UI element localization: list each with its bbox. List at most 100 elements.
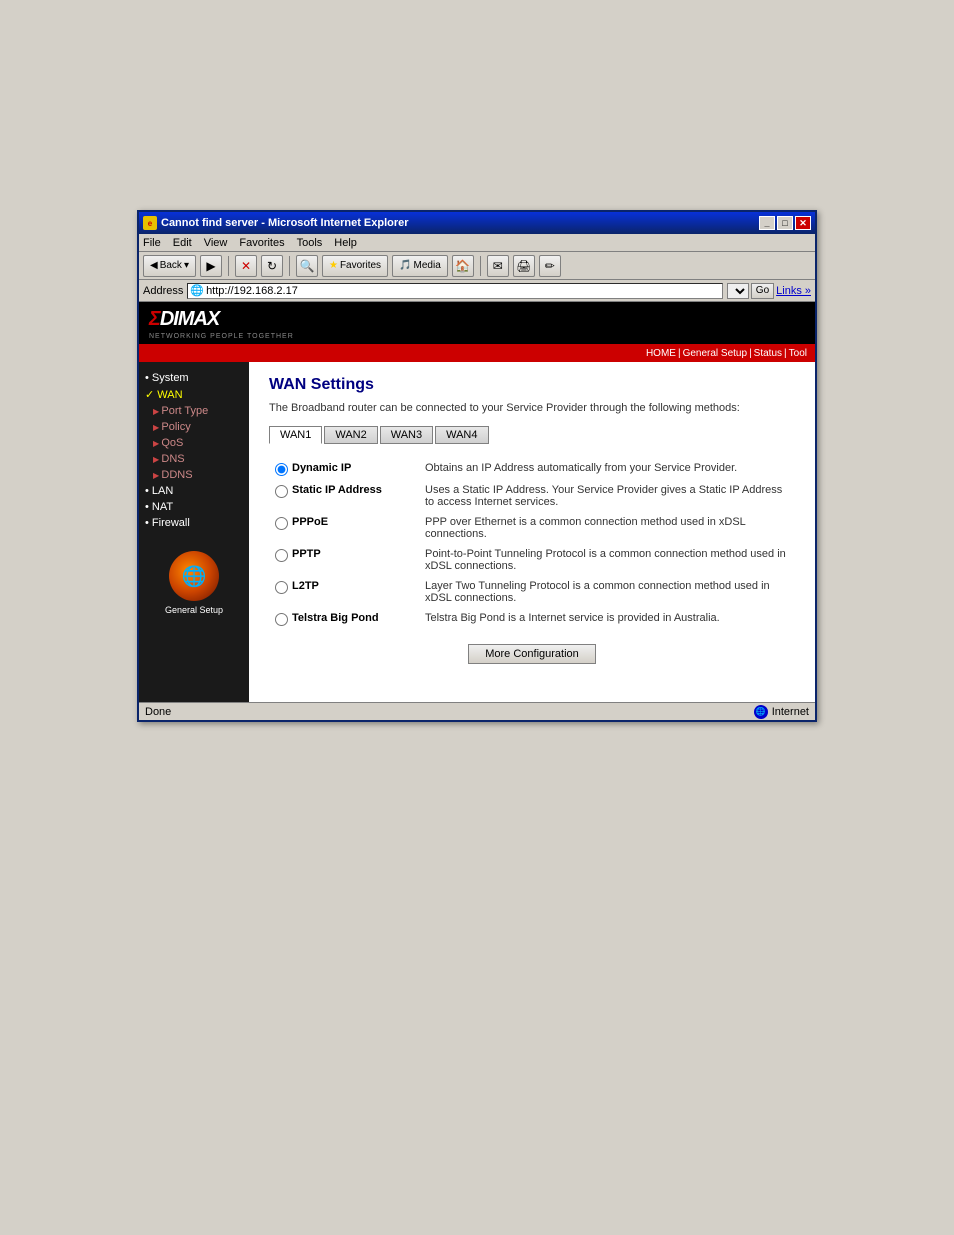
l2tp-radio[interactable] <box>275 581 288 594</box>
media-button[interactable]: 🎵 Media <box>392 255 448 277</box>
wan-check-icon: ✓ <box>145 389 157 401</box>
telstra-desc: Telstra Big Pond is a Internet service i… <box>419 608 795 630</box>
static-ip-radio[interactable] <box>275 485 288 498</box>
wan-tabs: WAN1 WAN2 WAN3 WAN4 <box>269 426 795 444</box>
maximize-button[interactable]: □ <box>777 216 793 230</box>
sidebar-item-lan[interactable]: LAN <box>145 483 243 499</box>
nav-general-setup[interactable]: General Setup <box>683 348 748 359</box>
brand-tagline: NETWORKING PEOPLE TOGETHER <box>149 333 294 340</box>
sidebar-item-qos[interactable]: QoS <box>145 435 243 451</box>
sidebar-item-ddns[interactable]: DDNS <box>145 467 243 483</box>
nav-status[interactable]: Status <box>754 348 782 359</box>
address-input-wrapper[interactable]: 🌐 http://192.168.2.17 <box>187 283 722 299</box>
content-area: WAN Settings The Broadband router can be… <box>249 362 815 702</box>
static-ip-label: Static IP Address <box>292 484 382 496</box>
dynamic-ip-label: Dynamic IP <box>292 462 351 474</box>
browser-icon: e <box>143 216 157 230</box>
forward-button[interactable]: ▶ <box>200 255 222 277</box>
sidebar-item-dns[interactable]: DNS <box>145 451 243 467</box>
dynamic-ip-radio[interactable] <box>275 463 288 476</box>
nav-home[interactable]: HOME <box>646 348 676 359</box>
toolbar: ◀ Back ▾ ▶ ✕ ↻ 🔍 ★ Favorites 🎵 Media 🏠 ✉… <box>139 252 815 280</box>
sidebar-item-port-type[interactable]: Port Type <box>145 403 243 419</box>
menu-favorites[interactable]: Favorites <box>239 237 284 249</box>
wan-tab-2[interactable]: WAN2 <box>324 426 377 444</box>
brand-name: DIMAX <box>160 308 219 330</box>
menu-edit[interactable]: Edit <box>173 237 192 249</box>
pptp-label: PPTP <box>292 548 321 560</box>
wan-tab-1[interactable]: WAN1 <box>269 426 322 444</box>
more-config-button[interactable]: More Configuration <box>468 644 596 664</box>
menu-bar: File Edit View Favorites Tools Help <box>139 234 815 252</box>
print-button[interactable]: 🖨 <box>513 255 535 277</box>
wan-tab-3[interactable]: WAN3 <box>380 426 433 444</box>
minimize-button[interactable]: _ <box>759 216 775 230</box>
sidebar-item-system[interactable]: System <box>145 370 243 386</box>
go-button[interactable]: Go <box>751 283 774 299</box>
browser-window: e Cannot find server - Microsoft Interne… <box>137 210 817 722</box>
dynamic-ip-desc: Obtains an IP Address automatically from… <box>419 458 795 480</box>
menu-view[interactable]: View <box>204 237 228 249</box>
back-arrow-icon: ◀ <box>150 260 158 271</box>
address-icon: 🌐 <box>190 284 204 297</box>
refresh-button[interactable]: ↻ <box>261 255 283 277</box>
table-row: L2TP Layer Two Tunneling Protocol is a c… <box>269 576 795 608</box>
internet-icon: 🌐 <box>754 705 768 719</box>
favorites-button[interactable]: ★ Favorites <box>322 255 388 277</box>
main-content: System ✓ WAN Port Type Policy QoS <box>139 362 815 702</box>
home-button[interactable]: 🏠 <box>452 255 474 277</box>
status-done-text: Done <box>145 706 171 718</box>
pptp-radio[interactable] <box>275 549 288 562</box>
address-value[interactable]: http://192.168.2.17 <box>206 285 298 297</box>
sidebar-lan-label: LAN <box>152 485 173 497</box>
media-icon: 🎵 <box>399 260 411 271</box>
menu-help[interactable]: Help <box>334 237 357 249</box>
close-button[interactable]: ✕ <box>795 216 811 230</box>
search-button[interactable]: 🔍 <box>296 255 318 277</box>
back-button[interactable]: ◀ Back ▾ <box>143 255 196 277</box>
stop-button[interactable]: ✕ <box>235 255 257 277</box>
menu-tools[interactable]: Tools <box>297 237 323 249</box>
sidebar-item-policy[interactable]: Policy <box>145 419 243 435</box>
table-row: PPTP Point-to-Point Tunneling Protocol i… <box>269 544 795 576</box>
pppoe-label: PPPoE <box>292 516 328 528</box>
status-internet-text: Internet <box>772 706 809 718</box>
sidebar-item-firewall[interactable]: Firewall <box>145 515 243 531</box>
edimax-header: ΣDIMAX NETWORKING PEOPLE TOGETHER <box>139 302 815 344</box>
address-history[interactable] <box>727 283 749 299</box>
sidebar-item-nat[interactable]: NAT <box>145 499 243 515</box>
status-bar: Done 🌐 Internet <box>139 702 815 720</box>
sidebar-dns-label: DNS <box>161 453 184 465</box>
sidebar-port-type-label: Port Type <box>161 405 208 417</box>
back-label: Back <box>160 260 182 271</box>
table-row: PPPoE PPP over Ethernet is a common conn… <box>269 512 795 544</box>
toolbar-sep-3 <box>480 256 481 276</box>
nav-tool[interactable]: Tool <box>789 348 807 359</box>
page-title: WAN Settings <box>269 376 795 394</box>
l2tp-desc: Layer Two Tunneling Protocol is a common… <box>419 576 795 608</box>
edit-page-button[interactable]: ✏ <box>539 255 561 277</box>
links-button[interactable]: Links » <box>776 285 811 297</box>
mail-button[interactable]: ✉ <box>487 255 509 277</box>
table-row: Dynamic IP Obtains an IP Address automat… <box>269 458 795 480</box>
sidebar-logo: 🌐 General Setup <box>145 551 243 615</box>
sidebar-qos-label: QoS <box>161 437 183 449</box>
table-row: Telstra Big Pond Telstra Big Pond is a I… <box>269 608 795 630</box>
window-controls[interactable]: _ □ ✕ <box>759 216 811 230</box>
sidebar-policy-label: Policy <box>161 421 190 433</box>
sidebar-item-wan[interactable]: ✓ WAN <box>145 386 243 403</box>
address-label: Address <box>143 285 183 297</box>
telstra-label: Telstra Big Pond <box>292 612 379 624</box>
router-ui: ΣDIMAX NETWORKING PEOPLE TOGETHER HOME |… <box>139 302 815 702</box>
wan-tab-4[interactable]: WAN4 <box>435 426 488 444</box>
pppoe-radio[interactable] <box>275 517 288 530</box>
telstra-radio[interactable] <box>275 613 288 626</box>
sidebar-firewall-label: Firewall <box>152 517 190 529</box>
toolbar-sep-2 <box>289 256 290 276</box>
l2tp-label: L2TP <box>292 580 319 592</box>
menu-file[interactable]: File <box>143 237 161 249</box>
options-table: Dynamic IP Obtains an IP Address automat… <box>269 458 795 630</box>
sigma-icon: Σ <box>149 308 160 330</box>
page-description: The Broadband router can be connected to… <box>269 402 795 414</box>
edimax-logo: ΣDIMAX <box>149 308 294 331</box>
